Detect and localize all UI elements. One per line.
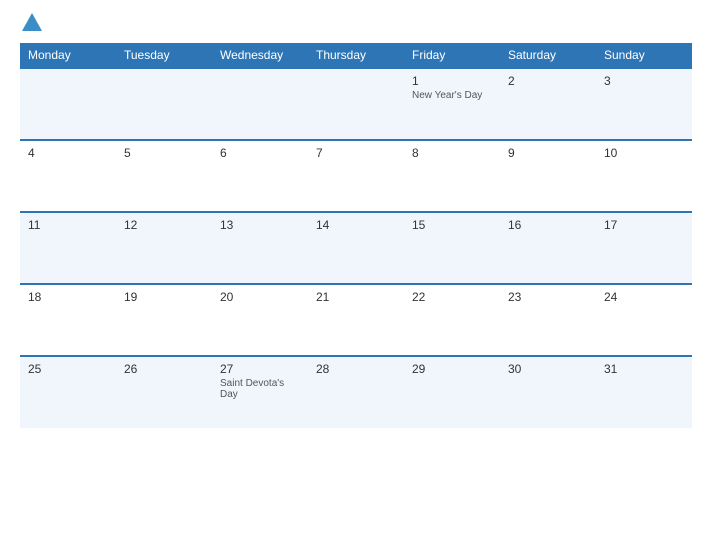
day-header-tuesday: Tuesday bbox=[116, 43, 212, 68]
days-header-row: MondayTuesdayWednesdayThursdayFridaySatu… bbox=[20, 43, 692, 68]
day-number: 21 bbox=[316, 290, 396, 304]
day-number: 14 bbox=[316, 218, 396, 232]
calendar-cell: 22 bbox=[404, 284, 500, 356]
calendar-cell: 2 bbox=[500, 68, 596, 140]
logo-triangle-icon bbox=[22, 13, 42, 31]
day-number: 2 bbox=[508, 74, 588, 88]
day-number: 4 bbox=[28, 146, 108, 160]
week-row-3: 11 12 13 14 15 16 17 bbox=[20, 212, 692, 284]
calendar-cell: 3 bbox=[596, 68, 692, 140]
day-number: 22 bbox=[412, 290, 492, 304]
calendar-cell bbox=[212, 68, 308, 140]
day-number: 31 bbox=[604, 362, 684, 376]
calendar-cell: 13 bbox=[212, 212, 308, 284]
day-number: 6 bbox=[220, 146, 300, 160]
day-number: 12 bbox=[124, 218, 204, 232]
day-number: 7 bbox=[316, 146, 396, 160]
calendar-cell: 29 bbox=[404, 356, 500, 428]
calendar-cell: 23 bbox=[500, 284, 596, 356]
day-number: 9 bbox=[508, 146, 588, 160]
week-row-1: 1 New Year's Day 2 3 bbox=[20, 68, 692, 140]
day-number: 8 bbox=[412, 146, 492, 160]
day-number: 26 bbox=[124, 362, 204, 376]
day-header-friday: Friday bbox=[404, 43, 500, 68]
day-number: 5 bbox=[124, 146, 204, 160]
day-header-wednesday: Wednesday bbox=[212, 43, 308, 68]
day-number: 19 bbox=[124, 290, 204, 304]
calendar-cell: 7 bbox=[308, 140, 404, 212]
calendar-cell: 24 bbox=[596, 284, 692, 356]
calendar-container: MondayTuesdayWednesdayThursdayFridaySatu… bbox=[0, 0, 712, 550]
calendar-cell: 4 bbox=[20, 140, 116, 212]
calendar-cell: 14 bbox=[308, 212, 404, 284]
calendar-cell: 5 bbox=[116, 140, 212, 212]
calendar-header bbox=[20, 15, 692, 33]
day-number: 30 bbox=[508, 362, 588, 376]
calendar-cell bbox=[20, 68, 116, 140]
week-row-5: 25 26 27 Saint Devota's Day 28 29 30 31 bbox=[20, 356, 692, 428]
calendar-cell: 11 bbox=[20, 212, 116, 284]
week-row-2: 4 5 6 7 8 9 10 bbox=[20, 140, 692, 212]
calendar-cell: 1 New Year's Day bbox=[404, 68, 500, 140]
day-number: 16 bbox=[508, 218, 588, 232]
day-header-sunday: Sunday bbox=[596, 43, 692, 68]
calendar-cell: 6 bbox=[212, 140, 308, 212]
calendar-cell: 15 bbox=[404, 212, 500, 284]
day-number: 11 bbox=[28, 218, 108, 232]
calendar-cell: 26 bbox=[116, 356, 212, 428]
holiday-name: New Year's Day bbox=[412, 90, 492, 101]
calendar-cell: 20 bbox=[212, 284, 308, 356]
calendar-cell bbox=[308, 68, 404, 140]
calendar-cell: 8 bbox=[404, 140, 500, 212]
calendar-cell: 9 bbox=[500, 140, 596, 212]
day-number: 27 bbox=[220, 362, 300, 376]
calendar-cell: 31 bbox=[596, 356, 692, 428]
calendar-cell: 12 bbox=[116, 212, 212, 284]
day-number: 24 bbox=[604, 290, 684, 304]
day-number: 10 bbox=[604, 146, 684, 160]
calendar-cell: 30 bbox=[500, 356, 596, 428]
day-number: 28 bbox=[316, 362, 396, 376]
day-number: 20 bbox=[220, 290, 300, 304]
day-number: 15 bbox=[412, 218, 492, 232]
calendar-cell: 28 bbox=[308, 356, 404, 428]
day-header-saturday: Saturday bbox=[500, 43, 596, 68]
day-number: 25 bbox=[28, 362, 108, 376]
calendar-grid: MondayTuesdayWednesdayThursdayFridaySatu… bbox=[20, 43, 692, 428]
calendar-cell: 27 Saint Devota's Day bbox=[212, 356, 308, 428]
calendar-cell bbox=[116, 68, 212, 140]
holiday-name: Saint Devota's Day bbox=[220, 378, 300, 400]
calendar-cell: 17 bbox=[596, 212, 692, 284]
calendar-cell: 10 bbox=[596, 140, 692, 212]
calendar-cell: 25 bbox=[20, 356, 116, 428]
week-row-4: 18 19 20 21 22 23 24 bbox=[20, 284, 692, 356]
day-number: 1 bbox=[412, 74, 492, 88]
calendar-cell: 16 bbox=[500, 212, 596, 284]
day-number: 29 bbox=[412, 362, 492, 376]
calendar-cell: 19 bbox=[116, 284, 212, 356]
calendar-cell: 21 bbox=[308, 284, 404, 356]
day-number: 18 bbox=[28, 290, 108, 304]
day-number: 17 bbox=[604, 218, 684, 232]
day-number: 23 bbox=[508, 290, 588, 304]
calendar-cell: 18 bbox=[20, 284, 116, 356]
day-header-monday: Monday bbox=[20, 43, 116, 68]
day-number: 3 bbox=[604, 74, 684, 88]
day-header-thursday: Thursday bbox=[308, 43, 404, 68]
day-number: 13 bbox=[220, 218, 300, 232]
logo bbox=[20, 15, 44, 33]
